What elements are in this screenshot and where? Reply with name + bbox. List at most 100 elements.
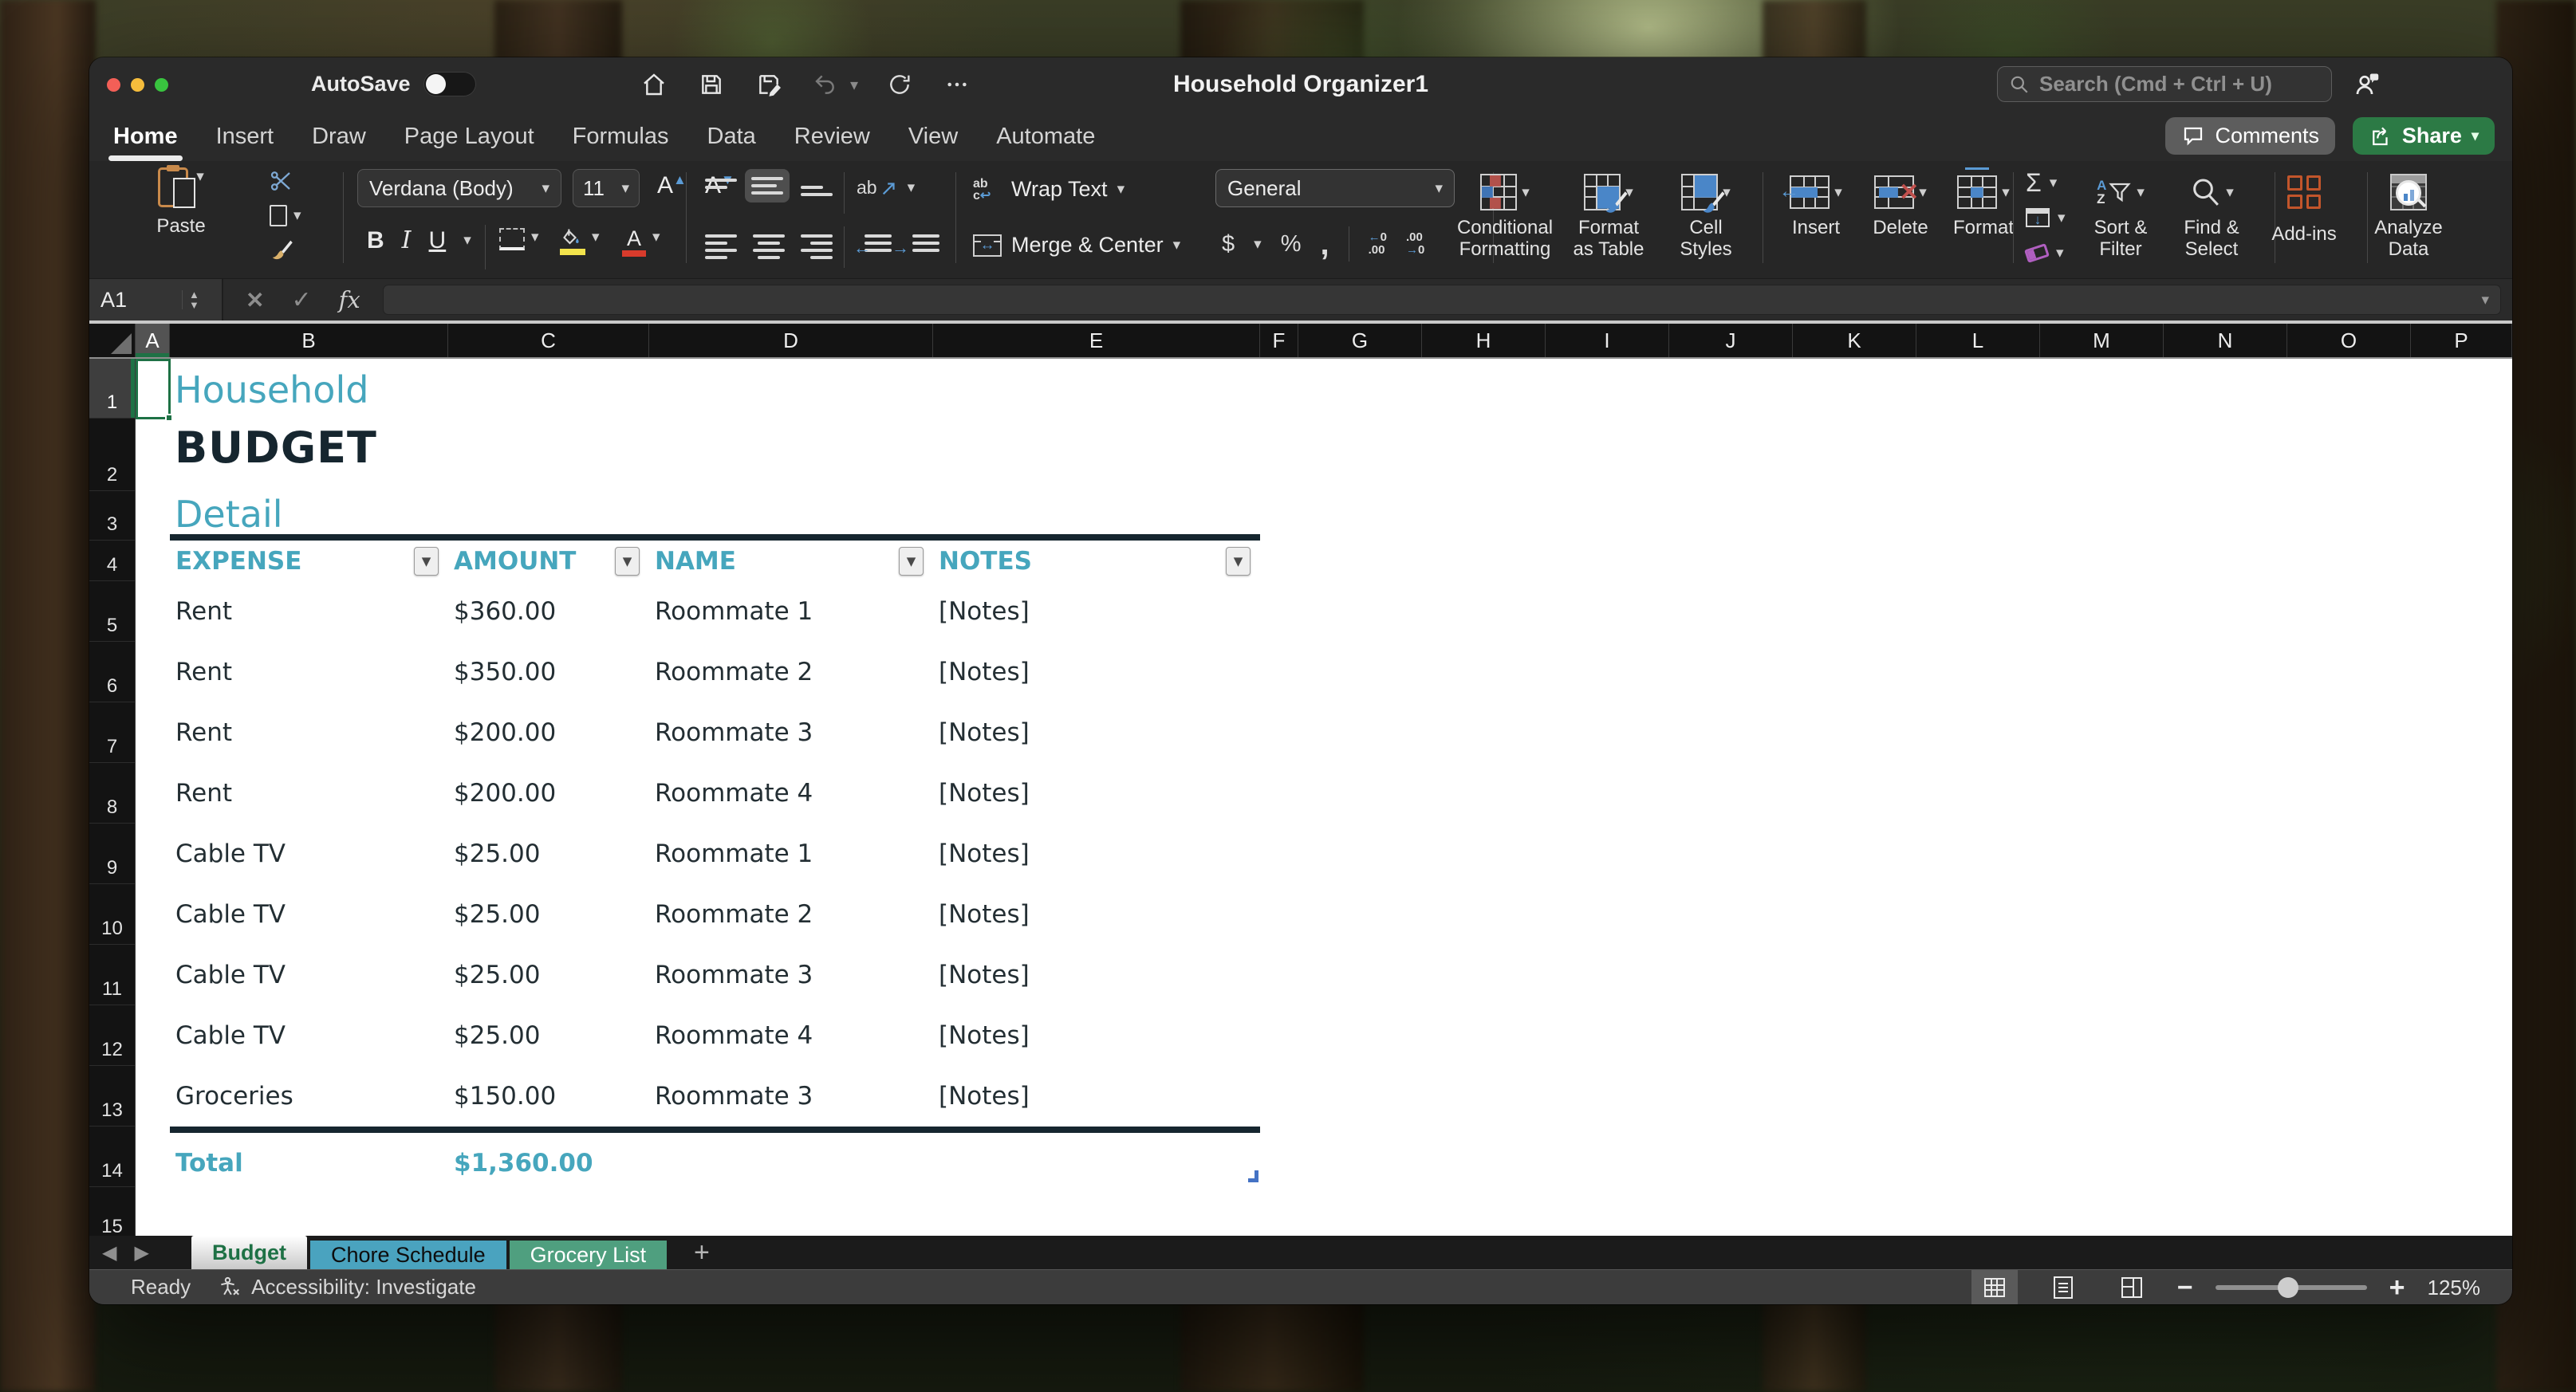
notes-cell[interactable]: [Notes] xyxy=(933,779,1260,808)
enter-icon[interactable]: ✓ xyxy=(291,286,311,314)
ribbon-tab[interactable]: Draw xyxy=(310,119,368,155)
column-header[interactable]: J xyxy=(1669,324,1793,357)
sheet-tab[interactable]: Budget xyxy=(191,1236,307,1269)
page-break-view-button[interactable] xyxy=(2109,1270,2155,1304)
name-box-spinner[interactable]: ▲▼ xyxy=(182,290,199,309)
amount-cell[interactable]: $150.00 xyxy=(448,1082,649,1111)
column-header[interactable]: F xyxy=(1260,324,1298,357)
name-box[interactable]: ▲▼ xyxy=(89,279,223,320)
borders-button[interactable]: ▾ xyxy=(499,228,539,250)
amount-cell[interactable]: $200.00 xyxy=(448,718,649,747)
row-header[interactable]: 7 xyxy=(89,702,135,763)
notes-cell[interactable]: [Notes] xyxy=(933,718,1260,747)
name-cell[interactable]: Roommate 4 xyxy=(649,779,933,808)
conditional-formatting-button[interactable]: ▾ ConditionalFormatting xyxy=(1445,167,1565,260)
prev-sheet-icon[interactable]: ◀ xyxy=(102,1241,116,1264)
column-header[interactable]: C xyxy=(448,324,649,357)
analyze-data-button[interactable]: AnalyzeData xyxy=(2353,167,2464,260)
notes-cell[interactable]: [Notes] xyxy=(933,961,1260,989)
fullscreen-button[interactable] xyxy=(155,78,168,92)
notes-cell[interactable]: [Notes] xyxy=(933,597,1260,626)
align-center-button[interactable] xyxy=(753,234,785,259)
filter-button[interactable]: ▼ xyxy=(899,547,924,576)
expense-cell[interactable]: Rent xyxy=(170,597,448,626)
sheet-tab[interactable]: Grocery List xyxy=(510,1241,668,1269)
name-cell[interactable]: Roommate 3 xyxy=(649,718,933,747)
column-header[interactable]: B xyxy=(170,324,448,357)
name-cell[interactable]: Roommate 1 xyxy=(649,597,933,626)
table-resize-handle[interactable] xyxy=(1248,1170,1258,1182)
merge-center-button[interactable]: ↔ Merge & Center ▾ xyxy=(973,233,1180,258)
ribbon-tab[interactable]: Insert xyxy=(215,119,276,155)
select-all-button[interactable] xyxy=(89,324,136,357)
underline-chevron-icon[interactable]: ▾ xyxy=(463,231,471,250)
font-size-select[interactable]: 11▾ xyxy=(573,169,640,207)
column-header[interactable]: H xyxy=(1422,324,1546,357)
page-layout-view-button[interactable] xyxy=(2040,1270,2086,1304)
notes-cell[interactable]: [Notes] xyxy=(933,1082,1260,1111)
format-painter-button[interactable] xyxy=(270,236,301,263)
name-cell[interactable]: Roommate 1 xyxy=(649,840,933,868)
ribbon-tab[interactable]: Page Layout xyxy=(403,119,536,155)
amount-cell[interactable]: $200.00 xyxy=(448,779,649,808)
fill-color-button[interactable]: ▾ xyxy=(560,228,600,255)
comma-format-button[interactable]: , xyxy=(1320,236,1329,252)
column-header[interactable]: D xyxy=(649,324,933,357)
align-left-button[interactable] xyxy=(705,234,737,259)
formula-field[interactable] xyxy=(384,288,2482,313)
filter-button[interactable]: ▼ xyxy=(615,547,640,576)
name-cell[interactable]: Roommate 3 xyxy=(649,1082,933,1111)
active-cell-selection[interactable] xyxy=(136,359,171,419)
minimize-button[interactable] xyxy=(131,78,144,92)
column-header[interactable]: I xyxy=(1546,324,1669,357)
zoom-out-button[interactable]: − xyxy=(2177,1276,2193,1300)
notes-cell[interactable]: [Notes] xyxy=(933,1021,1260,1050)
fill-button[interactable]: ↓▾ xyxy=(2026,203,2066,233)
next-sheet-icon[interactable]: ▶ xyxy=(134,1241,148,1264)
table-row[interactable]: Rent $350.00 Roommate 2 [Notes] xyxy=(170,642,1260,702)
name-box-field[interactable] xyxy=(89,288,177,313)
expense-cell[interactable]: Groceries xyxy=(170,1082,448,1111)
zoom-slider-thumb[interactable] xyxy=(2278,1277,2298,1298)
increase-decimal-button[interactable]: .00→0 xyxy=(1406,231,1424,257)
cancel-icon[interactable]: ✕ xyxy=(246,287,264,313)
add-ins-button[interactable]: Add-ins xyxy=(2252,167,2356,245)
column-header[interactable]: A xyxy=(136,324,170,357)
total-row[interactable]: Total $1,360.00 xyxy=(170,1133,1260,1193)
fill-handle[interactable] xyxy=(165,414,173,422)
wrap-text-button[interactable]: abc↩ Wrap Text ▾ xyxy=(973,177,1125,202)
decrease-decimal-button[interactable]: ←0.00 xyxy=(1369,231,1387,257)
sort-filter-button[interactable]: AZ ▾ Sort &Filter xyxy=(2069,167,2172,260)
accessibility-button[interactable]: Accessibility: Investigate xyxy=(218,1275,476,1300)
bold-button[interactable]: B xyxy=(367,227,384,254)
zoom-in-button[interactable]: + xyxy=(2389,1276,2405,1300)
row-header[interactable]: 8 xyxy=(89,763,135,824)
underline-button[interactable]: U xyxy=(429,227,447,254)
add-sheet-button[interactable]: + xyxy=(694,1236,710,1269)
row-header[interactable]: 11 xyxy=(89,945,135,1005)
clear-button[interactable]: ▾ xyxy=(2026,238,2066,268)
expense-cell[interactable]: Rent xyxy=(170,779,448,808)
column-header[interactable]: O xyxy=(2287,324,2411,357)
search-field[interactable] xyxy=(2039,72,2310,96)
undo-icon[interactable] xyxy=(810,69,842,100)
amount-cell[interactable]: $350.00 xyxy=(448,658,649,686)
column-header[interactable]: E xyxy=(933,324,1260,357)
zoom-slider[interactable] xyxy=(2216,1285,2367,1290)
amount-cell[interactable]: $25.00 xyxy=(448,1021,649,1050)
percent-format-button[interactable]: % xyxy=(1281,231,1302,258)
row-header[interactable]: 13 xyxy=(89,1066,135,1127)
expense-cell[interactable]: Rent xyxy=(170,658,448,686)
find-select-button[interactable]: ▾ Find &Select xyxy=(2160,167,2263,260)
decrease-indent-button[interactable]: ← xyxy=(857,234,892,252)
insert-function-icon[interactable]: fx xyxy=(339,286,360,313)
normal-view-button[interactable] xyxy=(1971,1270,2018,1304)
formula-input[interactable]: ▾ xyxy=(383,285,2501,315)
align-top-button[interactable] xyxy=(705,179,737,196)
expense-cell[interactable]: Cable TV xyxy=(170,840,448,868)
table-row[interactable]: Cable TV $25.00 Roommate 1 [Notes] xyxy=(170,824,1260,884)
row-header[interactable]: 10 xyxy=(89,884,135,945)
name-cell[interactable]: Roommate 3 xyxy=(649,961,933,989)
column-header[interactable]: G xyxy=(1298,324,1422,357)
table-row[interactable]: Groceries $150.00 Roommate 3 [Notes] xyxy=(170,1066,1260,1127)
